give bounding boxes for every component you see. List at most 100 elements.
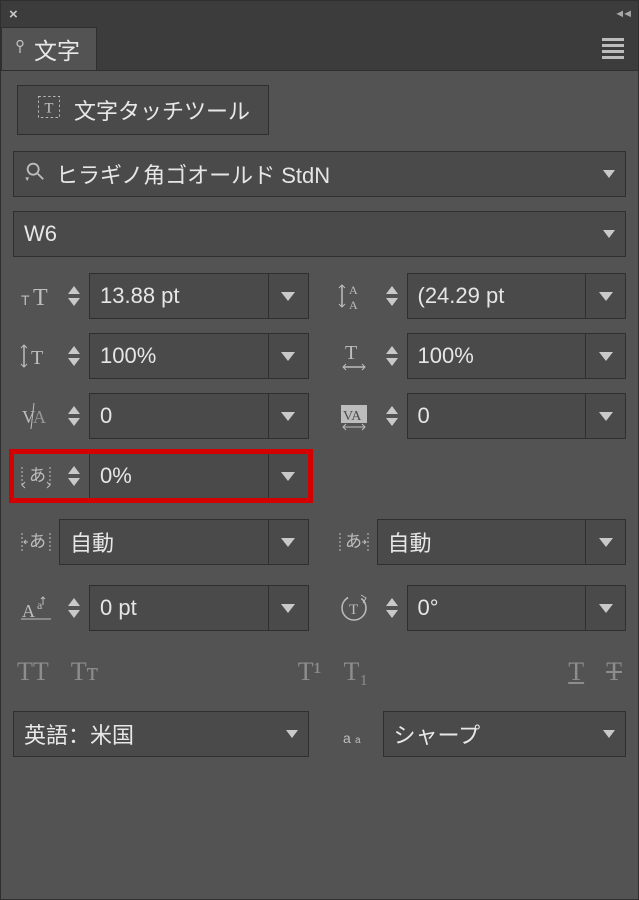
tsume-icon: あ <box>13 459 59 493</box>
aki-left-dropdown[interactable] <box>269 519 309 565</box>
font-style-select[interactable]: W6 <box>13 211 626 257</box>
baseline-shift-icon: Aa <box>13 591 59 625</box>
svg-text:a: a <box>37 598 43 612</box>
chevron-down-icon <box>286 730 298 738</box>
tab-label: 文字 <box>34 32 80 66</box>
row-kern-track: VA 0 VA 0 <box>13 393 626 439</box>
tsume-dropdown[interactable] <box>269 453 309 499</box>
touch-type-tool-button[interactable]: T 文字タッチツール <box>17 85 269 135</box>
svg-text:VA: VA <box>343 409 362 424</box>
char-rotation-icon: T <box>331 591 377 625</box>
svg-text:T: T <box>45 101 54 117</box>
font-family-value: ヒラギノ角ゴオールド StdN <box>56 158 603 190</box>
vert-scale-stepper[interactable] <box>59 333 89 379</box>
row-size-leading: TT 13.88 pt AA (24.29 pt <box>13 273 626 319</box>
tab-character[interactable]: 文字 <box>1 27 97 70</box>
kerning-dropdown[interactable] <box>269 393 309 439</box>
rotation-input[interactable]: 0° <box>407 585 587 631</box>
font-size-input[interactable]: 13.88 pt <box>89 273 269 319</box>
leading-icon: AA <box>331 279 377 313</box>
character-panel: × ◄◄ 文字 T 文字タッチツール ▼ <box>0 0 639 900</box>
font-style-value: W6 <box>24 221 603 247</box>
chevron-down-icon <box>603 230 615 238</box>
svg-text:あ: あ <box>345 532 362 551</box>
tracking-input[interactable]: 0 <box>407 393 587 439</box>
baseline-input[interactable]: 0 pt <box>89 585 269 631</box>
font-family-select[interactable]: ▼ ヒラギノ角ゴオールド StdN <box>13 151 626 197</box>
aki-right-dropdown[interactable] <box>586 519 626 565</box>
language-value: 英語：米国 <box>24 718 134 750</box>
chevron-down-icon <box>603 730 615 738</box>
all-caps-toggle[interactable]: TT <box>17 657 49 687</box>
subscript-toggle[interactable]: T₁ <box>343 657 368 687</box>
horiz-scale-input[interactable]: 100% <box>407 333 587 379</box>
svg-text:A: A <box>349 298 358 312</box>
flyout-menu-icon[interactable] <box>602 35 638 62</box>
rotation-stepper[interactable] <box>377 585 407 631</box>
svg-text:A: A <box>349 283 358 297</box>
tsume-input[interactable]: 0% <box>89 453 269 499</box>
vert-scale-dropdown[interactable] <box>269 333 309 379</box>
close-icon[interactable]: × <box>9 6 18 23</box>
kerning-stepper[interactable] <box>59 393 89 439</box>
antialias-icon: aa <box>331 717 377 751</box>
chevron-down-icon <box>603 170 615 178</box>
tsume-field: あ 0% <box>13 453 309 499</box>
svg-text:T: T <box>31 347 43 369</box>
svg-text:あ: あ <box>29 532 46 551</box>
horiz-scale-stepper[interactable] <box>377 333 407 379</box>
font-size-stepper[interactable] <box>59 273 89 319</box>
row-baseline-rotate: Aa 0 pt T 0° <box>13 585 626 631</box>
row-tsume: あ 0% <box>13 453 626 499</box>
antialias-select[interactable]: シャープ <box>383 711 627 757</box>
row-aki: あ 自動 あ 自動 <box>13 519 626 565</box>
svg-text:T: T <box>21 292 30 308</box>
baseline-stepper[interactable] <box>59 585 89 631</box>
antialias-value: シャープ <box>394 718 481 750</box>
aki-left-select[interactable]: 自動 <box>59 519 269 565</box>
svg-text:a: a <box>355 735 361 746</box>
svg-text:あ: あ <box>29 466 46 485</box>
pin-icon <box>12 39 28 58</box>
panel-topbar: × ◄◄ <box>1 1 638 27</box>
tracking-dropdown[interactable] <box>586 393 626 439</box>
superscript-toggle[interactable]: T¹ <box>298 657 322 687</box>
rotation-dropdown[interactable] <box>586 585 626 631</box>
leading-input[interactable]: (24.29 pt <box>407 273 587 319</box>
leading-dropdown[interactable] <box>586 273 626 319</box>
underline-toggle[interactable]: T <box>568 657 584 687</box>
kerning-icon: VA <box>13 399 59 433</box>
svg-text:T: T <box>33 285 48 311</box>
collapse-icon[interactable]: ◄◄ <box>614 8 630 20</box>
horizontal-scale-icon: T <box>331 339 377 373</box>
strikethrough-toggle[interactable]: T <box>606 657 622 687</box>
small-caps-toggle[interactable]: Tᴛ <box>71 657 98 687</box>
svg-text:A: A <box>33 407 46 427</box>
panel-tabbar: 文字 <box>1 27 638 71</box>
tracking-stepper[interactable] <box>377 393 407 439</box>
tsume-stepper[interactable] <box>59 453 89 499</box>
aki-left-icon: あ <box>13 525 59 559</box>
touch-type-label: 文字タッチツール <box>74 94 250 126</box>
language-select[interactable]: 英語：米国 <box>13 711 309 757</box>
touch-type-icon: T <box>36 94 62 126</box>
font-size-icon: TT <box>13 279 59 313</box>
type-style-toggles: TT Tᴛ T¹ T₁ T T <box>13 649 626 691</box>
row-lang-aa: 英語：米国 aa シャープ <box>13 711 626 757</box>
kerning-input[interactable]: 0 <box>89 393 269 439</box>
svg-text:▼: ▼ <box>24 176 30 182</box>
svg-text:T: T <box>345 342 357 364</box>
search-icon: ▼ <box>24 160 46 188</box>
horiz-scale-dropdown[interactable] <box>586 333 626 379</box>
tracking-icon: VA <box>331 399 377 433</box>
svg-text:A: A <box>22 601 35 621</box>
vert-scale-input[interactable]: 100% <box>89 333 269 379</box>
aki-right-select[interactable]: 自動 <box>377 519 587 565</box>
row-scale: T 100% T 100% <box>13 333 626 379</box>
baseline-dropdown[interactable] <box>269 585 309 631</box>
vertical-scale-icon: T <box>13 339 59 373</box>
aki-right-icon: あ <box>331 525 377 559</box>
leading-stepper[interactable] <box>377 273 407 319</box>
svg-text:T: T <box>349 602 358 618</box>
font-size-dropdown[interactable] <box>269 273 309 319</box>
